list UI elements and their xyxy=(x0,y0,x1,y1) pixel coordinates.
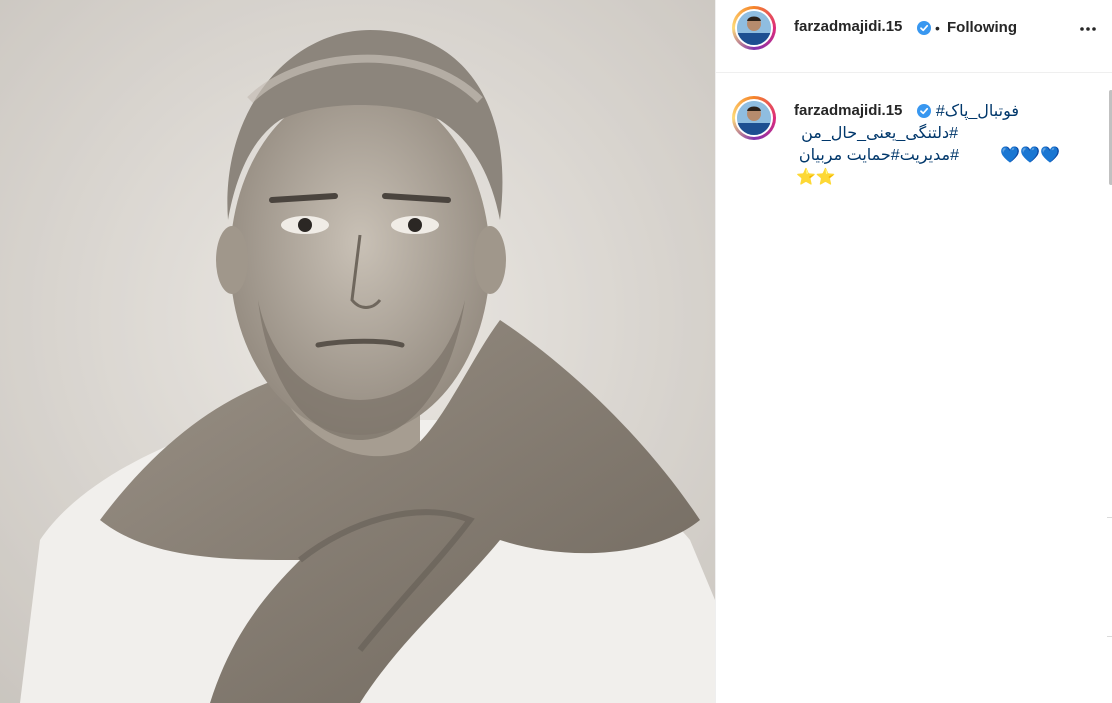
following-button[interactable]: Following xyxy=(947,19,1017,36)
verified-badge-icon xyxy=(917,21,931,35)
post-photo[interactable] xyxy=(0,0,715,703)
more-options-icon[interactable] xyxy=(1076,17,1100,41)
stars-emoji: ⭐⭐ xyxy=(796,169,836,186)
verified-badge-icon xyxy=(917,104,931,118)
post-header: farzadmajidi.15 • Following xyxy=(716,0,1112,73)
post-author-username[interactable]: farzadmajidi.15 xyxy=(794,18,902,35)
avatar-photo xyxy=(737,101,771,135)
caption-hashtag-line3[interactable]: #مدیریت#حمایت مربیان xyxy=(799,145,959,167)
panel-divider xyxy=(1107,517,1112,518)
caption-line3: #مدیریت#حمایت مربیان 💙💙💙 xyxy=(794,145,1064,167)
blue-hearts-emoji: 💙💙💙 xyxy=(1000,147,1060,164)
header-separator: • xyxy=(935,20,940,36)
panel-divider xyxy=(1107,636,1112,637)
caption-hashtag-line1[interactable]: فوتبال_پاک# xyxy=(936,101,1019,123)
portrait-photo xyxy=(0,0,715,703)
caption-hashtag-line2[interactable]: #دلتنگی_یعنی_حال_من xyxy=(801,123,958,145)
caption-username[interactable]: farzadmajidi.15 xyxy=(794,102,902,119)
caption-avatar[interactable] xyxy=(732,96,776,140)
avatar-photo xyxy=(737,11,771,45)
post-details-panel: farzadmajidi.15 • Following farzadmajidi… xyxy=(715,0,1112,703)
avatar[interactable] xyxy=(732,6,776,50)
